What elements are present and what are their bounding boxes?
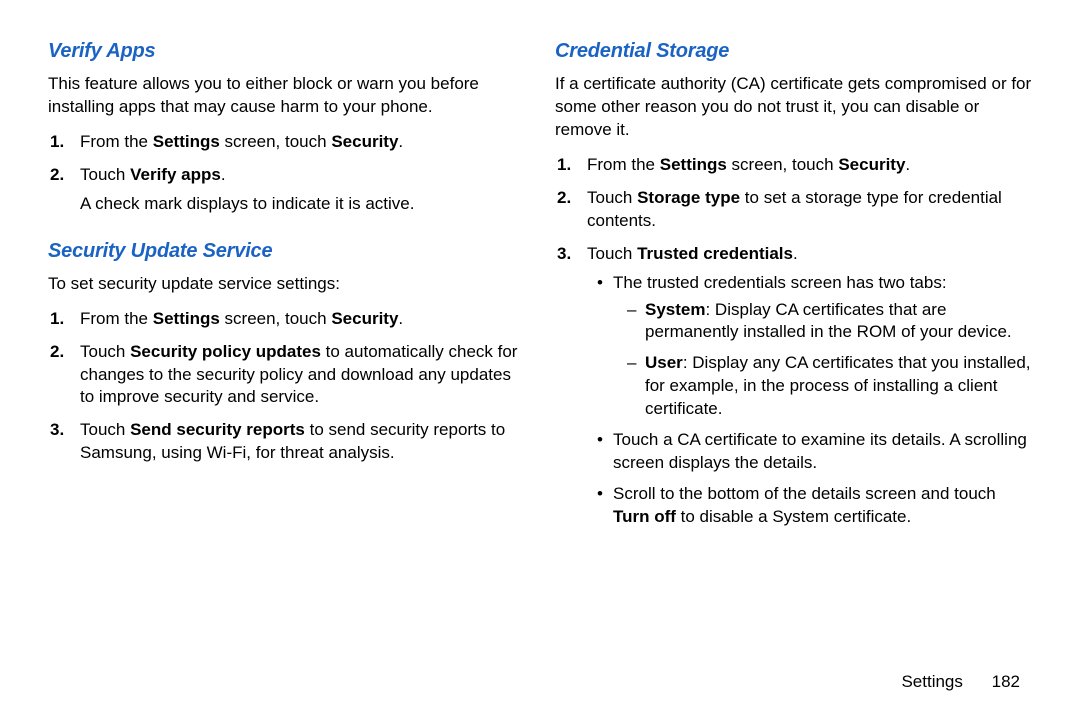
text: Touch — [80, 342, 130, 361]
bold: Settings — [153, 132, 220, 151]
text: to disable a System certificate. — [676, 507, 911, 526]
bold: Security policy updates — [130, 342, 321, 361]
step: Touch Storage type to set a storage type… — [579, 187, 1032, 233]
steps-verify-apps: From the Settings screen, touch Security… — [48, 131, 525, 226]
left-column: Verify Apps This feature allows you to e… — [48, 40, 525, 539]
text: Touch a CA certificate to examine its de… — [613, 430, 1027, 472]
bullet: Touch a CA certificate to examine its de… — [601, 429, 1032, 475]
bold: Verify apps — [130, 165, 221, 184]
page-footer: Settings 182 — [901, 672, 1020, 692]
step: Touch Verify apps. A check mark displays… — [72, 164, 525, 216]
step: From the Settings screen, touch Security… — [579, 154, 1032, 177]
right-column: Credential Storage If a certificate auth… — [555, 40, 1032, 539]
step: Touch Security policy updates to automat… — [72, 341, 525, 410]
dash-list: System: Display CA certificates that are… — [613, 299, 1032, 422]
step: From the Settings screen, touch Security… — [72, 308, 525, 331]
text: Touch — [587, 244, 637, 263]
text: screen, touch — [727, 155, 839, 174]
dash-item: System: Display CA certificates that are… — [631, 299, 1032, 345]
step: Touch Trusted credentials. The trusted c… — [579, 243, 1032, 529]
intro-security-update-service: To set security update service settings: — [48, 273, 525, 296]
text: : Display any CA certificates that you i… — [645, 353, 1031, 418]
step: Touch Send security reports to send secu… — [72, 419, 525, 465]
page-number: 182 — [992, 672, 1020, 691]
bold: Send security reports — [130, 420, 305, 439]
text: Touch — [80, 165, 130, 184]
text: From the — [80, 132, 153, 151]
text: . — [221, 165, 226, 184]
bold: Storage type — [637, 188, 740, 207]
bold: Security — [331, 132, 398, 151]
step: From the Settings screen, touch Security… — [72, 131, 525, 154]
manual-page: Verify Apps This feature allows you to e… — [0, 0, 1080, 599]
bold: Security — [331, 309, 398, 328]
text: Touch — [80, 420, 130, 439]
text: screen, touch — [220, 309, 332, 328]
text: The trusted credentials screen has two t… — [613, 273, 947, 292]
bold: User — [645, 353, 683, 372]
text: From the — [587, 155, 660, 174]
bullet: Scroll to the bottom of the details scre… — [601, 483, 1032, 529]
text: . — [905, 155, 910, 174]
intro-verify-apps: This feature allows you to either block … — [48, 73, 525, 119]
bullet-list: The trusted credentials screen has two t… — [587, 272, 1032, 529]
intro-credential-storage: If a certificate authority (CA) certific… — [555, 73, 1032, 142]
steps-credential-storage: From the Settings screen, touch Security… — [555, 154, 1032, 539]
heading-credential-storage: Credential Storage — [555, 40, 1032, 63]
bullet: The trusted credentials screen has two t… — [601, 272, 1032, 422]
dash-item: User: Display any CA certificates that y… — [631, 352, 1032, 421]
bold: Turn off — [613, 507, 676, 526]
text: From the — [80, 309, 153, 328]
note: A check mark displays to indicate it is … — [80, 193, 525, 216]
bold: Trusted credentials — [637, 244, 793, 263]
heading-security-update-service: Security Update Service — [48, 240, 525, 263]
text: . — [793, 244, 798, 263]
text: Scroll to the bottom of the details scre… — [613, 484, 996, 503]
bold: Settings — [153, 309, 220, 328]
bold: Security — [838, 155, 905, 174]
steps-security-update-service: From the Settings screen, touch Security… — [48, 308, 525, 476]
bold: Settings — [660, 155, 727, 174]
text: Touch — [587, 188, 637, 207]
bold: System — [645, 300, 705, 319]
text: . — [398, 309, 403, 328]
text: screen, touch — [220, 132, 332, 151]
footer-label: Settings — [901, 672, 962, 691]
heading-verify-apps: Verify Apps — [48, 40, 525, 63]
text: . — [398, 132, 403, 151]
